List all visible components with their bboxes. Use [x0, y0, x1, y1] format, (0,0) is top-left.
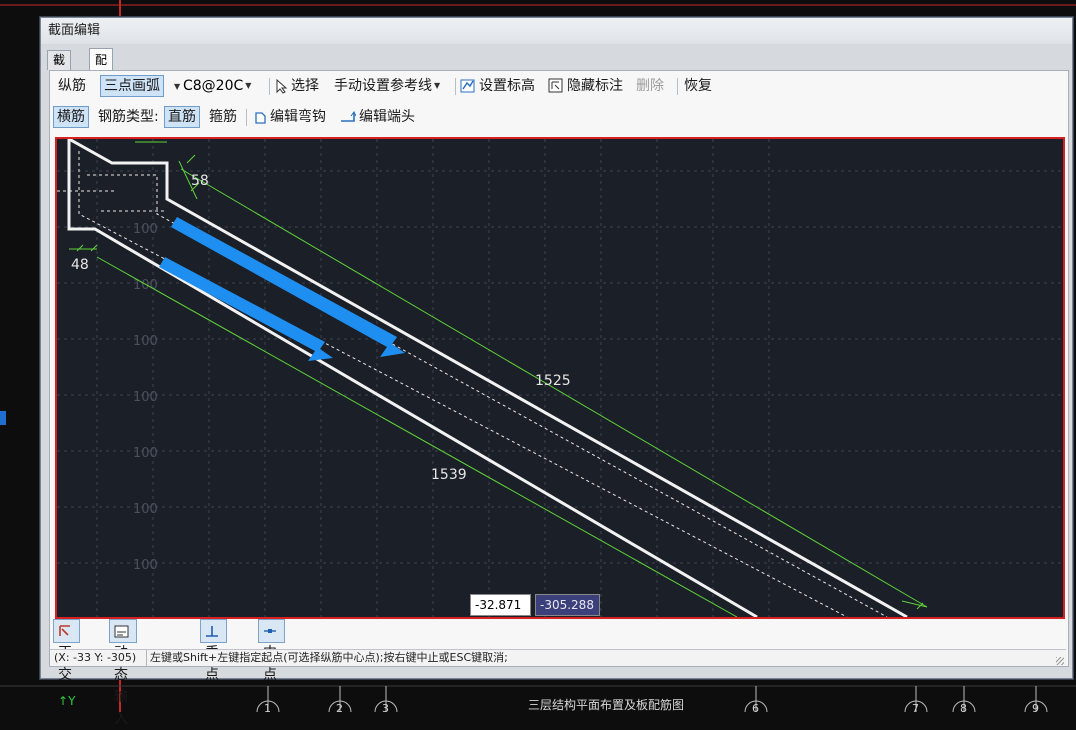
edit-end-button[interactable]: 编辑端头 [337, 106, 418, 128]
grid-label: 100 [133, 278, 158, 293]
longitudinal-rebar-button[interactable]: 纵筋 [55, 75, 89, 97]
section-drawing[interactable]: 100 100 100 100 100 100 100 58 48 1525 1… [57, 139, 1063, 617]
set-elevation-label: 设置标高 [479, 78, 535, 94]
grid-label: 100 [133, 390, 158, 405]
straight-rebar-button[interactable]: 直筋 [164, 106, 200, 128]
end-icon [341, 111, 356, 122]
restore-button[interactable]: 恢复 [681, 75, 715, 97]
axis-bubble-label: 7 [912, 702, 919, 712]
hook-icon [255, 111, 266, 124]
rebar-spec-value: C8@20C [183, 78, 244, 94]
arc-mode-dropdown[interactable]: 三点画弧 [100, 75, 164, 97]
axis-bubble-label: 8 [960, 702, 967, 712]
dynamic-input-icon [114, 625, 129, 637]
drawing-canvas[interactable]: 100 100 100 100 100 100 100 58 48 1525 1… [55, 137, 1065, 619]
midpoint-snap-toggle[interactable]: 中点 [258, 619, 285, 683]
reinforcement-panel: 纵筋 三点画弧 ▼ C8@20C ▼ 选择 手动设置参考线 ▼ 设置标高 隐藏标注 … [49, 70, 1069, 727]
axis-bubble-label: 1 [264, 702, 271, 712]
dimension-48: 48 [71, 257, 89, 273]
dialog-titlebar[interactable]: 截面编辑 [41, 18, 1072, 44]
toolbar-row-2: 横筋 钢筋类型: 直筋 箍筋 编辑弯钩 编辑端头 [53, 106, 1063, 130]
set-elevation-button[interactable]: 设置标高 [457, 75, 538, 97]
y-axis-label: Y [68, 694, 76, 708]
select-button[interactable]: 选择 [273, 75, 322, 97]
manual-reference-line-dropdown[interactable]: 手动设置参考线 ▼ [331, 75, 443, 97]
status-coordinates: (X: -33 Y: -305) [54, 650, 147, 666]
hide-annotation-button[interactable]: 隐藏标注 [545, 75, 626, 97]
grid-label: 100 [133, 222, 158, 237]
grid-label: 100 [133, 446, 158, 461]
resize-grip-icon[interactable] [1056, 657, 1064, 665]
axis-bubble-label: 2 [336, 702, 343, 712]
dimension-lines [69, 141, 928, 617]
status-bar: (X: -33 Y: -305) 左键或Shift+左键指定起点(可选择纵筋中心… [50, 649, 1066, 666]
toolbar-row-1: 纵筋 三点画弧 ▼ C8@20C ▼ 选择 手动设置参考线 ▼ 设置标高 隐藏标注 … [53, 75, 1063, 99]
arrow-lower [159, 257, 333, 361]
chevron-down-icon[interactable]: ▼ [174, 82, 180, 91]
slab-outline [67, 139, 908, 617]
grid-label: 100 [133, 502, 158, 517]
chevron-down-icon: ▼ [434, 81, 441, 90]
ortho-icon [59, 625, 70, 636]
stirrup-button[interactable]: 箍筋 [206, 106, 240, 128]
dimension-1539: 1539 [431, 467, 467, 483]
edit-hook-button[interactable]: 编辑弯钩 [250, 106, 329, 128]
toolbar-separator [269, 78, 270, 95]
axis-bubble-label: 3 [382, 702, 389, 712]
perpendicular-snap-toggle[interactable]: 垂点 [200, 619, 227, 683]
manual-ref-label: 手动设置参考线 [334, 78, 432, 94]
dimension-58: 58 [191, 173, 209, 189]
cursor-arrow-icon [276, 78, 288, 94]
chevron-down-icon: ▼ [245, 81, 252, 90]
grid-labels: 100 100 100 100 100 100 100 [133, 222, 158, 573]
toolbar-separator [455, 78, 456, 95]
delete-button[interactable]: 删除 [633, 75, 667, 97]
perpendicular-icon [206, 626, 218, 637]
toolbar-separator [677, 78, 678, 95]
edit-hook-label: 编辑弯钩 [270, 109, 326, 125]
y-axis-indicator: ↑Y [58, 694, 76, 708]
dynamic-input-toggle[interactable]: 动态输入 [109, 619, 137, 727]
dimension-1525: 1525 [535, 373, 571, 389]
tab-section[interactable]: 截面 [47, 50, 72, 86]
midpoint-icon [264, 629, 276, 633]
toolbar-separator [246, 109, 247, 126]
arc-mode-label: 三点画弧 [104, 78, 160, 94]
elevation-icon [460, 79, 475, 93]
coord-x-input[interactable]: -32.871 [470, 594, 531, 616]
grid-label: 100 [133, 558, 158, 573]
grid-label: 100 [133, 334, 158, 349]
rebar-spec-dropdown[interactable]: C8@20C ▼ [183, 75, 251, 97]
dialog-title: 截面编辑 [48, 23, 101, 38]
section-edit-dialog: 截面编辑 截面 配筋 纵筋 三点画弧 ▼ C8@20C▼ 选择 手动设置参考线▼… [40, 17, 1073, 727]
tab-reinforcement[interactable]: 配筋 [89, 48, 114, 90]
axis-bubble-label: 9 [1032, 702, 1039, 712]
rebar-type-label: 钢筋类型: [98, 109, 159, 125]
drawing-title: 三层结构平面布置及板配筋图 [528, 698, 685, 712]
transverse-rebar-button[interactable]: 横筋 [53, 106, 89, 128]
ortho-toggle[interactable]: 正交 [53, 619, 80, 683]
edit-end-label: 编辑端头 [359, 109, 415, 125]
coord-y-input[interactable]: -305.288 [535, 594, 600, 616]
select-label: 选择 [291, 78, 319, 94]
hide-annotation-icon [548, 78, 563, 93]
hide-annotation-label: 隐藏标注 [567, 78, 623, 94]
status-message: 左键或Shift+左键指定起点(可选择纵筋中心点);按右键中止或ESC键取消; [150, 651, 508, 664]
axis-bubble-label: 6 [752, 702, 759, 712]
